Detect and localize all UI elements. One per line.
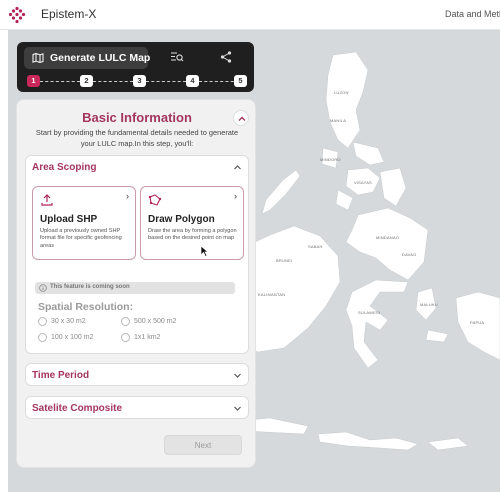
step-indicator: 1 2 3 4 5 xyxy=(27,75,249,89)
step-4[interactable]: 4 xyxy=(186,75,199,87)
radio-label: 500 x 500 m2 xyxy=(134,318,177,325)
collapse-panel-button[interactable] xyxy=(233,110,249,126)
resolution-option-100[interactable]: 100 x 100 m2 xyxy=(38,332,118,343)
map-label: SULAWESI xyxy=(358,310,381,315)
step-3[interactable]: 3 xyxy=(133,75,146,87)
map-label: DAVAO xyxy=(402,252,417,257)
radio-circle xyxy=(121,333,130,342)
card-description: Upload a previously owned SHP format fil… xyxy=(40,228,122,249)
satellite-composite-section[interactable]: Satelite Composite xyxy=(25,396,249,419)
chevron-down-icon xyxy=(234,406,241,411)
upload-shp-card[interactable]: › Upload SHP Upload a previously owned S… xyxy=(32,186,136,260)
logo-icon xyxy=(8,6,26,24)
radio-label: 30 x 30 m2 xyxy=(51,318,86,325)
map-label: MINDORO xyxy=(320,157,341,162)
step-1[interactable]: 1 xyxy=(27,75,40,87)
time-period-title: Time Period xyxy=(32,370,90,381)
radio-label: 1x1 km2 xyxy=(134,334,161,341)
share-icon[interactable] xyxy=(219,50,233,64)
chevron-down-icon xyxy=(234,373,241,378)
generate-lulc-label: Generate LULC Map xyxy=(50,52,151,64)
mouse-cursor-icon xyxy=(200,245,209,257)
area-scoping-section: Area Scoping › Upload SHP Upload a previ… xyxy=(25,155,249,354)
upload-icon xyxy=(41,194,53,206)
chevron-up-icon xyxy=(238,116,246,121)
step-connector xyxy=(40,81,80,82)
radio-circle xyxy=(38,317,47,326)
resolution-option-500[interactable]: 500 x 500 m2 xyxy=(121,316,201,327)
map-label: MANILA xyxy=(330,118,347,123)
radio-circle xyxy=(121,317,130,326)
map-label: MINDANAO xyxy=(376,235,400,240)
radio-label: 100 x 100 m2 xyxy=(51,334,94,341)
generate-lulc-button[interactable]: Generate LULC Map xyxy=(24,47,151,69)
area-scoping-title[interactable]: Area Scoping xyxy=(32,162,96,173)
map-label: SABAH xyxy=(308,244,323,249)
notice-text: This feature is coming soon xyxy=(50,284,130,290)
step-2[interactable]: 2 xyxy=(80,75,93,87)
card-title: Draw Polygon xyxy=(148,214,215,225)
step-connector xyxy=(146,81,186,82)
map-label: LUZON xyxy=(334,90,349,95)
info-icon xyxy=(39,284,47,292)
step-5[interactable]: 5 xyxy=(234,75,247,87)
search-list-icon[interactable] xyxy=(170,50,184,64)
resolution-option-1km[interactable]: 1x1 km2 xyxy=(121,332,201,343)
draw-polygon-card[interactable]: › Draw Polygon Draw the area by forming … xyxy=(140,186,244,260)
map-toolbar: Generate LULC Map 1 2 3 4 5 xyxy=(17,42,254,92)
polygon-icon xyxy=(148,194,162,206)
next-button[interactable]: Next xyxy=(164,435,242,455)
chevron-right-icon: › xyxy=(234,191,237,201)
satellite-composite-title: Satelite Composite xyxy=(32,403,123,414)
app-title: Epistem-X xyxy=(41,7,97,21)
coming-soon-notice: This feature is coming soon xyxy=(35,282,235,294)
card-title: Upload SHP xyxy=(40,214,98,225)
radio-circle xyxy=(38,333,47,342)
resolution-option-30[interactable]: 30 x 30 m2 xyxy=(38,316,118,327)
map-label: BRUNEI xyxy=(276,258,293,263)
spatial-resolution-title: Spatial Resolution: xyxy=(38,301,134,313)
time-period-section[interactable]: Time Period xyxy=(25,363,249,386)
step-connector xyxy=(93,81,133,82)
top-bar: Epistem-X Data and Metho xyxy=(0,0,500,30)
chevron-up-icon[interactable] xyxy=(233,163,242,172)
panel-title: Basic Information xyxy=(82,110,192,125)
step-connector xyxy=(199,81,239,82)
card-description: Draw the area by forming a polygon based… xyxy=(148,228,237,242)
map-label: KALIMANTAN xyxy=(258,292,286,297)
map-label: MALUKU xyxy=(420,302,438,307)
map-label: VISAYAS xyxy=(354,180,372,185)
map-icon xyxy=(32,52,44,64)
chevron-right-icon: › xyxy=(126,191,129,201)
map-label: PAPUA xyxy=(470,320,485,325)
basic-information-panel: Basic Information Start by providing the… xyxy=(16,99,256,468)
panel-description: Start by providing the fundamental detai… xyxy=(35,128,239,148)
nav-data-and-methods[interactable]: Data and Metho xyxy=(445,9,500,19)
